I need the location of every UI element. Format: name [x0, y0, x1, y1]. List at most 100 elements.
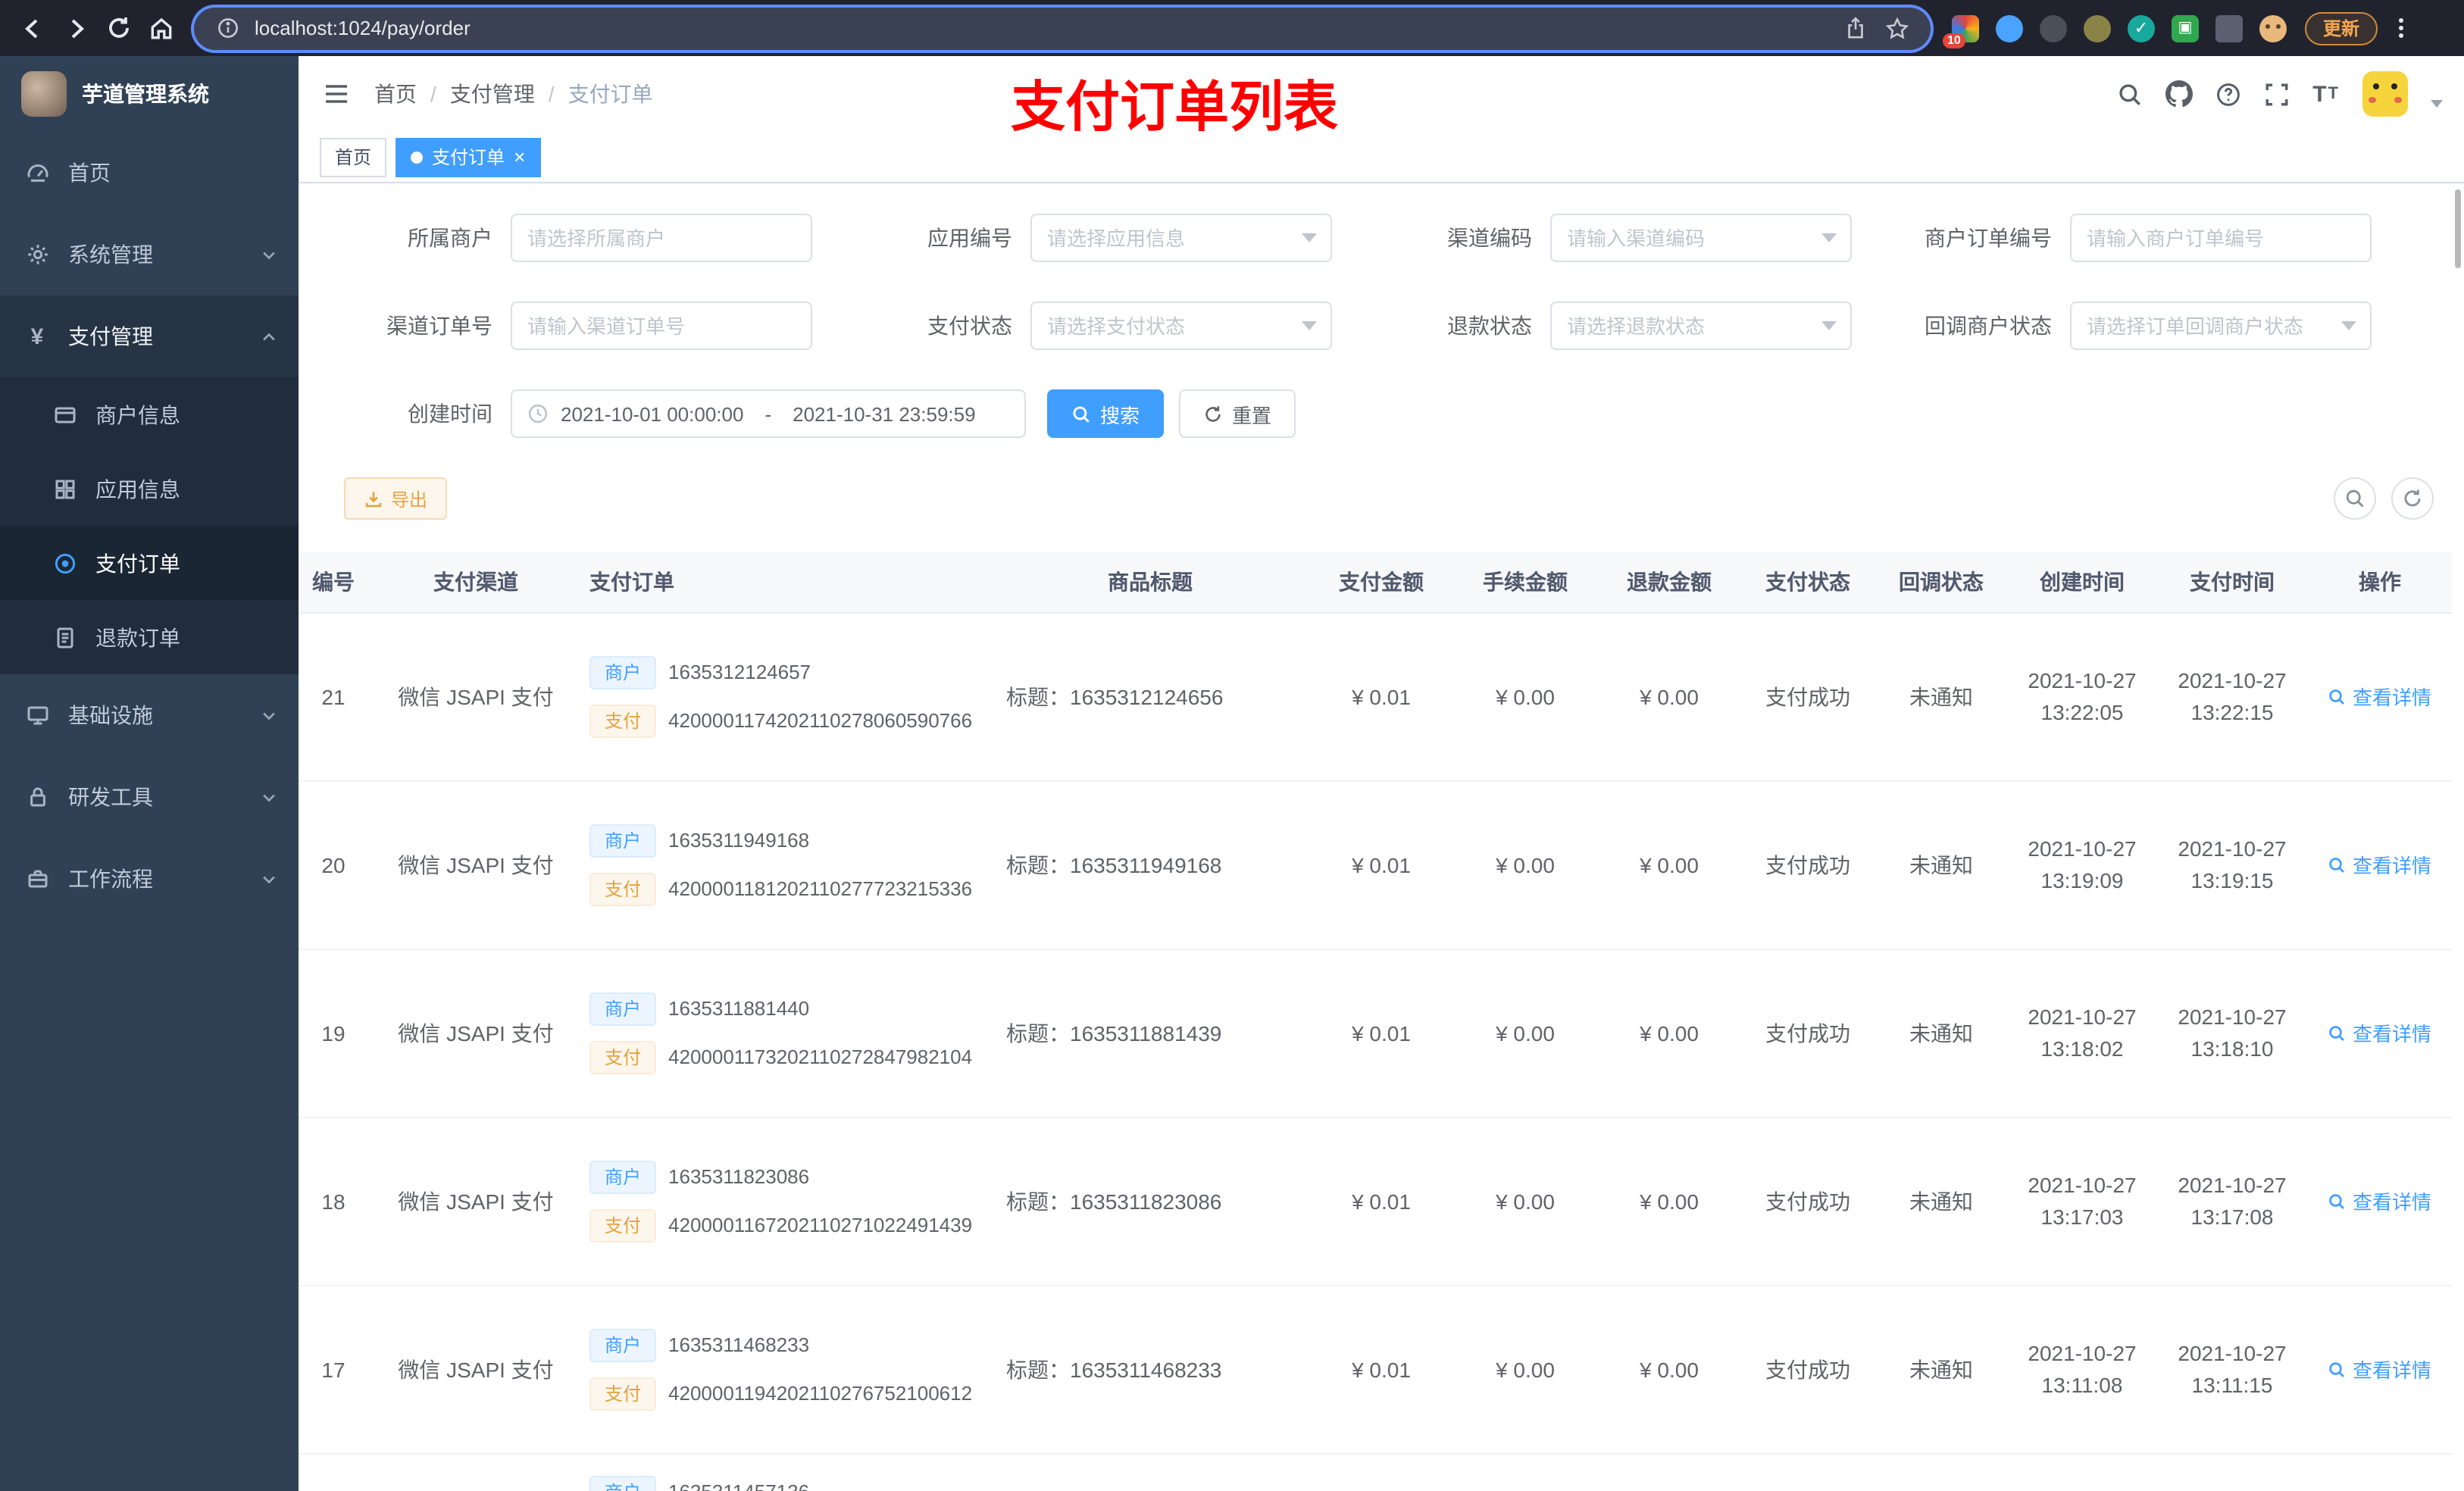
view-detail-link[interactable]: 查看详情	[2328, 1186, 2431, 1215]
page-content: 所属商户 应用编号 渠道编码	[299, 183, 2464, 1491]
date-start[interactable]: 2021-10-01 00:00:00	[561, 402, 743, 425]
refresh-icon[interactable]	[2391, 477, 2434, 520]
star-icon[interactable]	[1882, 13, 1912, 43]
pay-status-input[interactable]	[1047, 314, 1315, 337]
github-icon[interactable]	[2165, 80, 2194, 108]
notify-cell: 未通知	[1875, 1285, 2008, 1454]
notify-status-select[interactable]	[2070, 302, 2372, 350]
extension-dark-icon[interactable]	[2040, 14, 2067, 42]
breadcrumb-separator: /	[548, 82, 555, 106]
extension-olive-icon[interactable]	[2084, 14, 2111, 42]
search-icon[interactable]	[2117, 81, 2143, 107]
status-cell: 支付成功	[1741, 949, 1875, 1117]
sidebar-item-devtools[interactable]: 研发工具	[0, 756, 299, 838]
sidebar-item-pay[interactable]: ¥ 支付管理	[0, 295, 299, 377]
sidebar-item-infra[interactable]: 基础设施	[0, 674, 299, 756]
view-detail-link[interactable]: 查看详情	[2328, 850, 2431, 879]
pay-status-select[interactable]	[1030, 302, 1332, 350]
pay-submenu: 商户信息 应用信息 支付订单 退款订单	[0, 377, 299, 674]
home-icon[interactable]	[139, 7, 182, 49]
amount-cell: ¥ 0.01	[1309, 612, 1453, 781]
breadcrumb-pay[interactable]: 支付管理	[450, 79, 535, 109]
fee-cell: ¥ 0.00	[1453, 1117, 1597, 1286]
actions-cell: 查看详情	[2308, 1117, 2452, 1286]
extension-drop-icon[interactable]	[1996, 14, 2023, 42]
date-end[interactable]: 2021-10-31 23:59:59	[793, 402, 975, 425]
breadcrumb-home[interactable]: 首页	[374, 79, 417, 109]
table-row: 21 微信 JSAPI 支付 商户 1635312124657 支付 4200001…	[299, 612, 2452, 781]
column-header-actions: 操作	[2308, 552, 2452, 613]
channel-code-input[interactable]	[1567, 227, 1835, 249]
sidebar-item-pay-order[interactable]: 支付订单	[0, 526, 299, 600]
question-icon[interactable]	[2215, 81, 2241, 107]
channel-code-select[interactable]	[1550, 214, 1852, 262]
merchant-order-no-field[interactable]	[2070, 214, 2372, 262]
view-detail-link[interactable]: 查看详情	[2328, 1018, 2431, 1047]
filter-row-2: 渠道订单号 支付状态 退款状态	[299, 302, 2464, 350]
extension-check-icon[interactable]: ✓	[2128, 14, 2155, 42]
kebab-menu-icon[interactable]	[2393, 12, 2409, 44]
forward-icon[interactable]	[55, 7, 97, 49]
merchant-select[interactable]	[511, 214, 812, 262]
info-icon[interactable]	[212, 13, 242, 43]
search-button[interactable]: 搜索	[1047, 389, 1165, 438]
caret-down-icon[interactable]	[2431, 99, 2443, 107]
browser-update-button[interactable]: 更新	[2305, 11, 2378, 45]
avatar[interactable]	[2362, 71, 2408, 117]
extension-grid-icon[interactable]: 10	[1943, 14, 1979, 48]
notify-cell: 未通知	[1875, 612, 2008, 781]
page-annotation: 支付订单列表	[1011, 76, 1339, 138]
id-cell: 20	[299, 780, 377, 949]
amount-cell: ¥ 0.01	[1309, 780, 1453, 949]
screen: localhost:1024/pay/order 10 ✓ ▣ 更新 芋道管理系…	[0, 0, 2464, 1491]
share-icon[interactable]	[1840, 13, 1870, 43]
fee-cell: ¥ 0.00	[1453, 1285, 1597, 1454]
channel-order-no-field[interactable]	[511, 302, 812, 350]
sidebar-item-app-info[interactable]: 应用信息	[0, 452, 299, 526]
font-size-icon[interactable]: TT	[2312, 81, 2340, 107]
refund-status-select[interactable]	[1550, 302, 1852, 350]
column-header-fee: 手续金额	[1453, 552, 1597, 613]
filter-channel-order-no: 渠道订单号	[314, 302, 833, 350]
merchant-order-no-input[interactable]	[2087, 227, 2355, 249]
extension-chat-icon[interactable]: ▣	[2172, 14, 2199, 42]
sidebar-item-refund-order[interactable]: 退款订单	[0, 600, 299, 674]
url-text[interactable]: localhost:1024/pay/order	[255, 17, 1828, 39]
logo[interactable]: 芋道管理系统	[0, 56, 299, 132]
sidebar-item-merchant-info[interactable]: 商户信息	[0, 377, 299, 452]
chevron-down-icon	[261, 789, 277, 805]
reset-button[interactable]: 重置	[1179, 389, 1296, 438]
status-cell: 支付成功	[1741, 1117, 1875, 1286]
view-detail-link[interactable]: 查看详情	[2328, 1355, 2431, 1383]
app-select[interactable]	[1030, 214, 1332, 262]
url-bar[interactable]: localhost:1024/pay/order	[194, 7, 1931, 49]
pay-time-cell: 2021-10-27 13:19:15	[2156, 780, 2308, 949]
profile-face-icon[interactable]	[2259, 14, 2287, 42]
amount-cell: ¥ 0.01	[1309, 1117, 1453, 1286]
fullscreen-icon[interactable]	[2264, 81, 2290, 107]
table-header-row: 编号 支付渠道 支付订单 商品标题 支付金额 手续金额 退款金额 支付状态 回调…	[299, 552, 2452, 613]
title-cell: 标题：1635311949168	[991, 780, 1309, 949]
hamburger-icon[interactable]	[323, 80, 350, 108]
reload-icon[interactable]	[97, 7, 139, 49]
scrollbar-thumb[interactable]	[2455, 189, 2461, 268]
date-range-picker[interactable]: 2021-10-01 00:00:00 - 2021-10-31 23:59:5…	[511, 389, 1026, 438]
channel-order-no-input[interactable]	[527, 314, 796, 337]
tag-pay-order[interactable]: 支付订单 ×	[396, 137, 541, 177]
notify-status-input[interactable]	[2087, 314, 2355, 337]
tag-home[interactable]: 首页	[320, 137, 387, 177]
pin-icon[interactable]	[2215, 14, 2243, 42]
sidebar-item-workflow[interactable]: 工作流程	[0, 838, 299, 920]
toggle-search-icon[interactable]	[2334, 477, 2376, 520]
refund-status-input[interactable]	[1567, 314, 1835, 337]
sidebar-item-home[interactable]: 首页	[0, 132, 299, 214]
view-detail-link[interactable]: 查看详情	[2328, 682, 2431, 711]
merchant-input[interactable]	[527, 227, 796, 249]
chevron-up-icon	[261, 328, 277, 345]
sidebar-item-system[interactable]: 系统管理	[0, 214, 299, 295]
export-button[interactable]: 导出	[344, 477, 448, 520]
app-input[interactable]	[1047, 227, 1315, 249]
close-icon[interactable]: ×	[514, 147, 525, 167]
sidebar-item-label: 基础设施	[68, 703, 153, 727]
back-icon[interactable]	[12, 7, 55, 49]
